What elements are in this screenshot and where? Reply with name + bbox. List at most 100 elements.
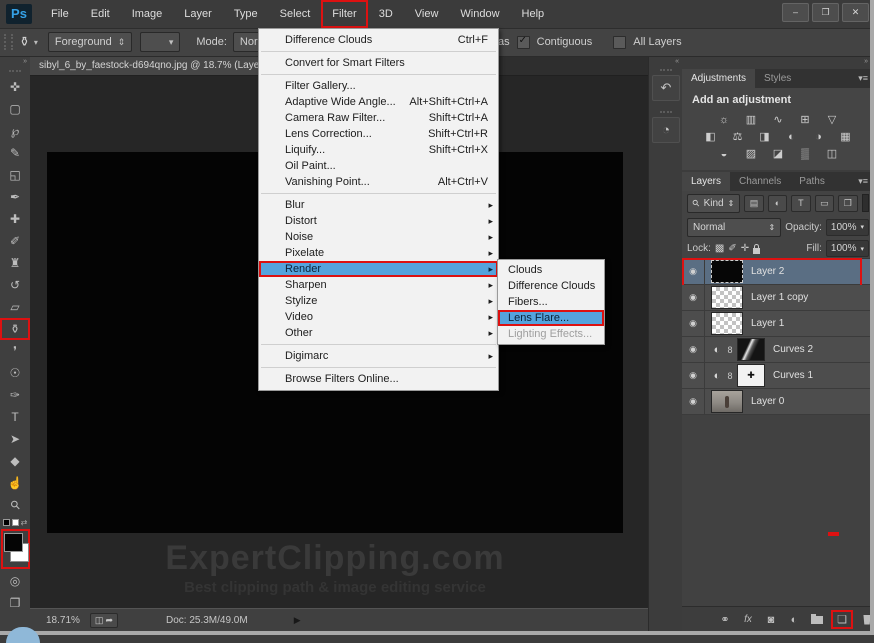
default-colors-control[interactable]: ⇄ bbox=[3, 516, 28, 528]
menu-item-filter-gallery[interactable]: Filter Gallery... bbox=[259, 78, 498, 94]
restore-button[interactable]: ❐ bbox=[812, 3, 839, 22]
lock-position-icon[interactable]: ✛ bbox=[741, 243, 749, 254]
menu-select[interactable]: Select bbox=[269, 0, 322, 28]
all-layers-checkbox[interactable] bbox=[613, 36, 626, 49]
layer-row-curves-1[interactable]: ◉ ◐ 8 ✚ Curves 1 bbox=[682, 363, 874, 389]
menu-window[interactable]: Window bbox=[449, 0, 510, 28]
menu-item-stylize[interactable]: Stylize bbox=[259, 293, 498, 309]
layer-visibility-toggle[interactable]: ◉ bbox=[682, 389, 705, 414]
pattern-picker[interactable]: ▾ bbox=[140, 32, 180, 52]
layer-mask-thumbnail[interactable] bbox=[737, 338, 765, 361]
layer-thumbnail[interactable] bbox=[711, 260, 743, 283]
paint-bucket-tool[interactable]: ⚱ bbox=[0, 318, 30, 340]
screen-mode-button[interactable]: ❐ bbox=[0, 592, 30, 614]
layer-name[interactable]: Layer 1 bbox=[751, 318, 784, 329]
menu-item-video[interactable]: Video bbox=[259, 309, 498, 325]
history-panel-icon[interactable]: ↶ bbox=[652, 75, 680, 101]
preview-icon[interactable]: ◫ bbox=[95, 615, 104, 626]
pixel-layer-filter-icon[interactable]: ▤ bbox=[744, 195, 763, 212]
document-tab[interactable]: sibyl_6_by_faestock-d694qno.jpg @ 18.7% … bbox=[30, 56, 269, 75]
threshold-icon[interactable]: ◪ bbox=[770, 147, 787, 161]
hand-tool[interactable]: ☝ bbox=[0, 472, 30, 494]
zoom-level-field[interactable]: 18.71% bbox=[46, 615, 80, 626]
quick-selection-tool[interactable]: ✎ bbox=[0, 142, 30, 164]
lasso-tool[interactable]: ℘ bbox=[0, 120, 30, 142]
menu-item-digimarc[interactable]: Digimarc bbox=[259, 348, 498, 364]
opacity-field[interactable]: 100% ▾ bbox=[826, 219, 869, 236]
layer-name[interactable]: Layer 0 bbox=[751, 396, 784, 407]
layer-row-layer-0[interactable]: ◉ Layer 0 bbox=[682, 389, 874, 415]
channel-mixer-icon[interactable]: ◑ bbox=[810, 130, 827, 144]
history-brush-tool[interactable]: ↺ bbox=[0, 274, 30, 296]
submenu-item-clouds[interactable]: Clouds bbox=[498, 262, 604, 278]
blur-tool[interactable]: ❜ bbox=[0, 340, 30, 362]
dodge-tool[interactable]: ☉ bbox=[0, 362, 30, 384]
blend-mode-select[interactable]: Normal ⇕ bbox=[687, 218, 781, 237]
menu-item-blur[interactable]: Blur bbox=[259, 197, 498, 213]
collapse-toolbar-icon[interactable]: » bbox=[23, 56, 30, 68]
menu-file[interactable]: File bbox=[40, 0, 80, 28]
menu-image[interactable]: Image bbox=[121, 0, 174, 28]
layer-visibility-toggle[interactable]: ◉ bbox=[682, 259, 705, 284]
pen-tool[interactable]: ✑ bbox=[0, 384, 30, 406]
share-icon[interactable]: ➦ bbox=[105, 615, 113, 626]
close-button[interactable]: ✕ bbox=[842, 3, 869, 22]
brightness-contrast-icon[interactable]: ☼ bbox=[716, 113, 733, 127]
submenu-item-lens-flare[interactable]: Lens Flare... bbox=[498, 310, 604, 326]
quick-mask-button[interactable]: ◎ bbox=[0, 570, 30, 592]
add-layer-mask-button[interactable]: ◙ bbox=[764, 614, 778, 626]
new-layer-button[interactable]: ❏ bbox=[833, 612, 851, 627]
foreground-color-swatch[interactable] bbox=[4, 533, 23, 552]
layer-visibility-toggle[interactable]: ◉ bbox=[682, 337, 705, 362]
tab-styles[interactable]: Styles bbox=[755, 69, 800, 88]
layer-row-layer-1[interactable]: ◉ Layer 1 bbox=[682, 311, 874, 337]
new-adjustment-layer-button[interactable]: ◐ bbox=[787, 614, 801, 626]
layer-name[interactable]: Layer 1 copy bbox=[751, 292, 808, 303]
fill-source-select[interactable]: Foreground ⇕ bbox=[48, 32, 132, 52]
menu-item-vanishing-point[interactable]: Vanishing Point... Alt+Ctrl+V bbox=[259, 174, 498, 190]
menu-item-other[interactable]: Other bbox=[259, 325, 498, 341]
gradient-map-icon[interactable]: ▒ bbox=[797, 147, 814, 161]
fill-field[interactable]: 100% ▾ bbox=[826, 240, 869, 257]
swap-colors-icon[interactable]: ⇄ bbox=[21, 518, 28, 527]
tab-channels[interactable]: Channels bbox=[730, 172, 790, 191]
exposure-icon[interactable]: ⊞ bbox=[797, 113, 814, 127]
layer-thumbnail[interactable] bbox=[711, 390, 743, 413]
vibrance-icon[interactable]: ▽ bbox=[824, 113, 841, 127]
lock-transparency-icon[interactable]: ▩ bbox=[715, 243, 724, 254]
eraser-tool[interactable]: ▱ bbox=[0, 296, 30, 318]
menu-help[interactable]: Help bbox=[511, 0, 556, 28]
spot-healing-brush-tool[interactable]: ✚ bbox=[0, 208, 30, 230]
tool-preset-picker[interactable]: ⚱ ▾ bbox=[19, 34, 38, 50]
contiguous-checkbox[interactable] bbox=[517, 36, 530, 49]
minimize-button[interactable]: – bbox=[782, 3, 809, 22]
hue-saturation-icon[interactable]: ◧ bbox=[702, 130, 719, 144]
smart-object-filter-icon[interactable]: ❐ bbox=[838, 195, 857, 212]
layer-row-layer-1-copy[interactable]: ◉ Layer 1 copy bbox=[682, 285, 874, 311]
color-balance-icon[interactable]: ⚖ bbox=[729, 130, 746, 144]
color-lookup-icon[interactable]: ▦ bbox=[837, 130, 854, 144]
link-layers-button[interactable]: ⚭ bbox=[718, 613, 732, 626]
filter-toggle-switch[interactable] bbox=[862, 194, 870, 212]
layer-visibility-toggle[interactable]: ◉ bbox=[682, 311, 705, 336]
layer-name[interactable]: Curves 1 bbox=[773, 370, 813, 381]
curves-icon[interactable]: ∿ bbox=[770, 113, 787, 127]
menu-item-camera-raw-filter[interactable]: Camera Raw Filter... Shift+Ctrl+A bbox=[259, 110, 498, 126]
menu-item-sharpen[interactable]: Sharpen bbox=[259, 277, 498, 293]
menu-item-liquify[interactable]: Liquify... Shift+Ctrl+X bbox=[259, 142, 498, 158]
move-tool[interactable]: ✜ bbox=[0, 76, 30, 98]
path-selection-tool[interactable]: ➤ bbox=[0, 428, 30, 450]
layer-style-button[interactable]: fx bbox=[741, 614, 755, 625]
lock-pixels-icon[interactable]: ✐ bbox=[728, 243, 736, 254]
layer-row-layer-2[interactable]: ◉ Layer 2 bbox=[682, 259, 874, 285]
menu-item-lens-correction[interactable]: Lens Correction... Shift+Ctrl+R bbox=[259, 126, 498, 142]
menu-item-noise[interactable]: Noise bbox=[259, 229, 498, 245]
rectangular-marquee-tool[interactable]: ▢ bbox=[0, 98, 30, 120]
menu-edit[interactable]: Edit bbox=[80, 0, 121, 28]
black-white-icon[interactable]: ◨ bbox=[756, 130, 773, 144]
type-layer-filter-icon[interactable]: T bbox=[791, 195, 810, 212]
collapse-panels-icon[interactable]: » bbox=[682, 56, 874, 69]
kind-filter-select[interactable]: ⚲ Kind ⇕ bbox=[687, 194, 740, 213]
layer-name[interactable]: Curves 2 bbox=[773, 344, 813, 355]
photo-filter-icon[interactable]: ◐ bbox=[783, 130, 800, 144]
